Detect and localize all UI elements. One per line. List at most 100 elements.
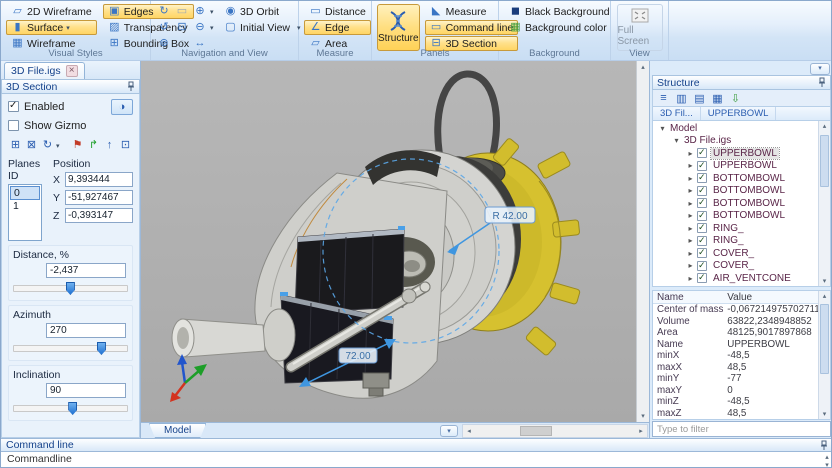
property-row[interactable]: minX -48,5 (653, 350, 818, 362)
wireframe-button[interactable]: ▦ Wireframe (6, 36, 97, 51)
show-gizmo-checkbox[interactable] (8, 120, 19, 131)
scroll-up-icon[interactable]: ▴ (823, 292, 827, 300)
planes-list[interactable]: 0 1 (8, 184, 42, 241)
column-header-value[interactable]: Value (727, 292, 818, 303)
rotate-view-icon[interactable]: ↻ (156, 4, 172, 19)
edge-button[interactable]: ∠ Edge (304, 20, 371, 35)
position-z-field[interactable] (65, 208, 133, 223)
distance-field[interactable] (46, 263, 126, 278)
background-color-button[interactable]: ▦ Background color (504, 20, 615, 35)
viewport-vertical-scrollbar[interactable]: ▴ ▾ (636, 61, 649, 422)
collapse-icon[interactable]: ▾ (671, 136, 682, 145)
command-line-body[interactable]: Commandline ▴ ▾ (1, 452, 831, 467)
chevron-down-icon[interactable]: ▾ (210, 24, 217, 32)
tree-node[interactable]: ▸RING_ (655, 222, 818, 235)
pin-icon[interactable] (127, 81, 135, 92)
tree-node[interactable]: ▸RING_ (655, 235, 818, 248)
rotate-plane-icon[interactable]: ↻ (40, 138, 55, 153)
position-x-field[interactable] (65, 172, 133, 187)
property-row[interactable]: Volume 63822,2348948852 (653, 316, 818, 328)
tree-node[interactable]: ▸UPPERBOWL (655, 146, 818, 160)
tree-node[interactable]: ▸BOTTOMBOWL (655, 185, 818, 198)
visibility-checkbox[interactable] (697, 147, 707, 159)
properties-scrollbar[interactable]: ▴ ▾ (818, 291, 830, 419)
close-tab-icon[interactable]: × (65, 65, 78, 77)
property-row[interactable]: minZ -48,5 (653, 396, 818, 408)
property-row[interactable]: maxY 0 (653, 385, 818, 397)
visibility-checkbox[interactable] (697, 185, 707, 196)
property-row[interactable]: Name UPPERBOWL (653, 339, 818, 351)
rotate-ccw-icon[interactable]: ↺ (156, 20, 172, 35)
tree-node[interactable]: ▸BOTTOMBOWL (655, 210, 818, 223)
tab-3d-file[interactable]: 3D File.igs × (4, 62, 85, 79)
tree-node[interactable]: ▸COVER_ (655, 247, 818, 260)
3d-model[interactable]: R 42.00 72.00 (141, 61, 649, 422)
section-sphere-button[interactable]: ◑ (111, 98, 133, 115)
property-row[interactable]: maxX 48,5 (653, 362, 818, 374)
tree-scrollbar[interactable]: ▴ ▾ (818, 121, 830, 286)
expand-icon[interactable]: ▸ (685, 236, 696, 245)
visibility-checkbox[interactable] (697, 160, 707, 171)
command-scrollbar[interactable]: ▴ ▾ (821, 452, 831, 467)
scroll-right-icon[interactable]: ▸ (635, 427, 647, 435)
zoom-in-icon[interactable]: ⊕ (192, 4, 208, 19)
collapse-panel-button[interactable]: ▾ (810, 62, 830, 75)
scroll-down-icon[interactable]: ▾ (823, 410, 827, 418)
chevron-down-icon[interactable]: ▾ (56, 142, 63, 150)
visibility-checkbox[interactable] (697, 197, 707, 209)
full-screen-button[interactable]: Full Screen (616, 4, 663, 51)
scroll-down-icon[interactable]: ▾ (823, 277, 827, 285)
area-button[interactable]: ▱ Area (304, 36, 371, 51)
column-header-name[interactable]: Name (653, 292, 727, 303)
visibility-checkbox[interactable] (697, 260, 707, 271)
breadcrumb-node[interactable]: UPPERBOWL (701, 107, 777, 120)
zoom-window-icon[interactable]: ▭ (174, 4, 190, 19)
save-icon[interactable]: ▦ (710, 92, 725, 105)
visibility-checkbox[interactable] (697, 272, 707, 284)
expand-icon[interactable]: ▸ (685, 274, 696, 283)
expand-icon[interactable]: ▸ (685, 224, 696, 233)
hscroll-thumb[interactable] (519, 425, 552, 436)
expand-icon[interactable]: ▸ (685, 149, 696, 158)
visibility-checkbox[interactable] (697, 172, 707, 184)
breadcrumb-file[interactable]: 3D Fil... (653, 107, 701, 120)
position-y-field[interactable] (65, 190, 133, 205)
expand-icon[interactable]: ▸ (685, 261, 696, 270)
scroll-down-icon[interactable]: ▾ (641, 412, 645, 420)
tree-node[interactable]: ▸UPPERBOWL (655, 160, 818, 173)
expand-icon[interactable]: ▸ (685, 249, 696, 258)
surface-button[interactable]: ▮ Surface ▾ (6, 20, 97, 35)
viewport-horizontal-scrollbar[interactable]: ◂ ▸ (462, 423, 648, 438)
filter-input[interactable] (652, 421, 831, 437)
scroll-up-icon[interactable]: ▴ (823, 122, 827, 130)
zoom-selection-icon[interactable]: ◌ (174, 36, 190, 51)
black-background-button[interactable]: ◼ Black Background (504, 4, 615, 19)
fit-section-icon[interactable]: ⊡ (118, 138, 133, 153)
tree-node[interactable]: ▸AIR_VENTCONE (655, 272, 818, 285)
expand-icon[interactable]: ▸ (685, 186, 696, 195)
tab-list-chevron-button[interactable]: ▾ (440, 424, 458, 437)
flip-plane-icon[interactable]: ⚑ (70, 138, 85, 153)
azimuth-slider-thumb[interactable] (96, 342, 106, 355)
viewport-canvas[interactable]: R 42.00 72.00 ▴ ▾ (141, 61, 649, 422)
chevron-down-icon[interactable]: ▾ (210, 8, 217, 16)
zoom-out-icon[interactable]: ⊖ (192, 20, 208, 35)
spin-view-icon[interactable]: ⊚ (156, 36, 172, 51)
inclination-field[interactable] (46, 383, 126, 398)
axis-align-icon[interactable]: ↱ (86, 138, 101, 153)
expand-icon[interactable]: ▸ (685, 174, 696, 183)
report-icon[interactable]: ▤ (692, 92, 707, 105)
tree-node-file[interactable]: ▾ 3D File.igs (655, 135, 818, 148)
properties-scroll-thumb[interactable] (820, 304, 829, 374)
remove-plane-icon[interactable]: ⊠ (24, 138, 39, 153)
move-plane-icon[interactable]: ↑ (102, 138, 117, 153)
property-row[interactable]: minY -77 (653, 373, 818, 385)
expand-icon[interactable]: ▸ (685, 211, 696, 220)
distance-slider-thumb[interactable] (65, 282, 75, 295)
property-row[interactable]: Center of mass -0,067214975702711... (653, 304, 818, 316)
visibility-checkbox[interactable] (697, 222, 707, 234)
pin-icon[interactable] (820, 440, 828, 451)
distance-button[interactable]: ▭ Distance (304, 4, 371, 19)
pan-icon[interactable]: ↔ (192, 36, 208, 51)
azimuth-field[interactable] (46, 323, 126, 338)
